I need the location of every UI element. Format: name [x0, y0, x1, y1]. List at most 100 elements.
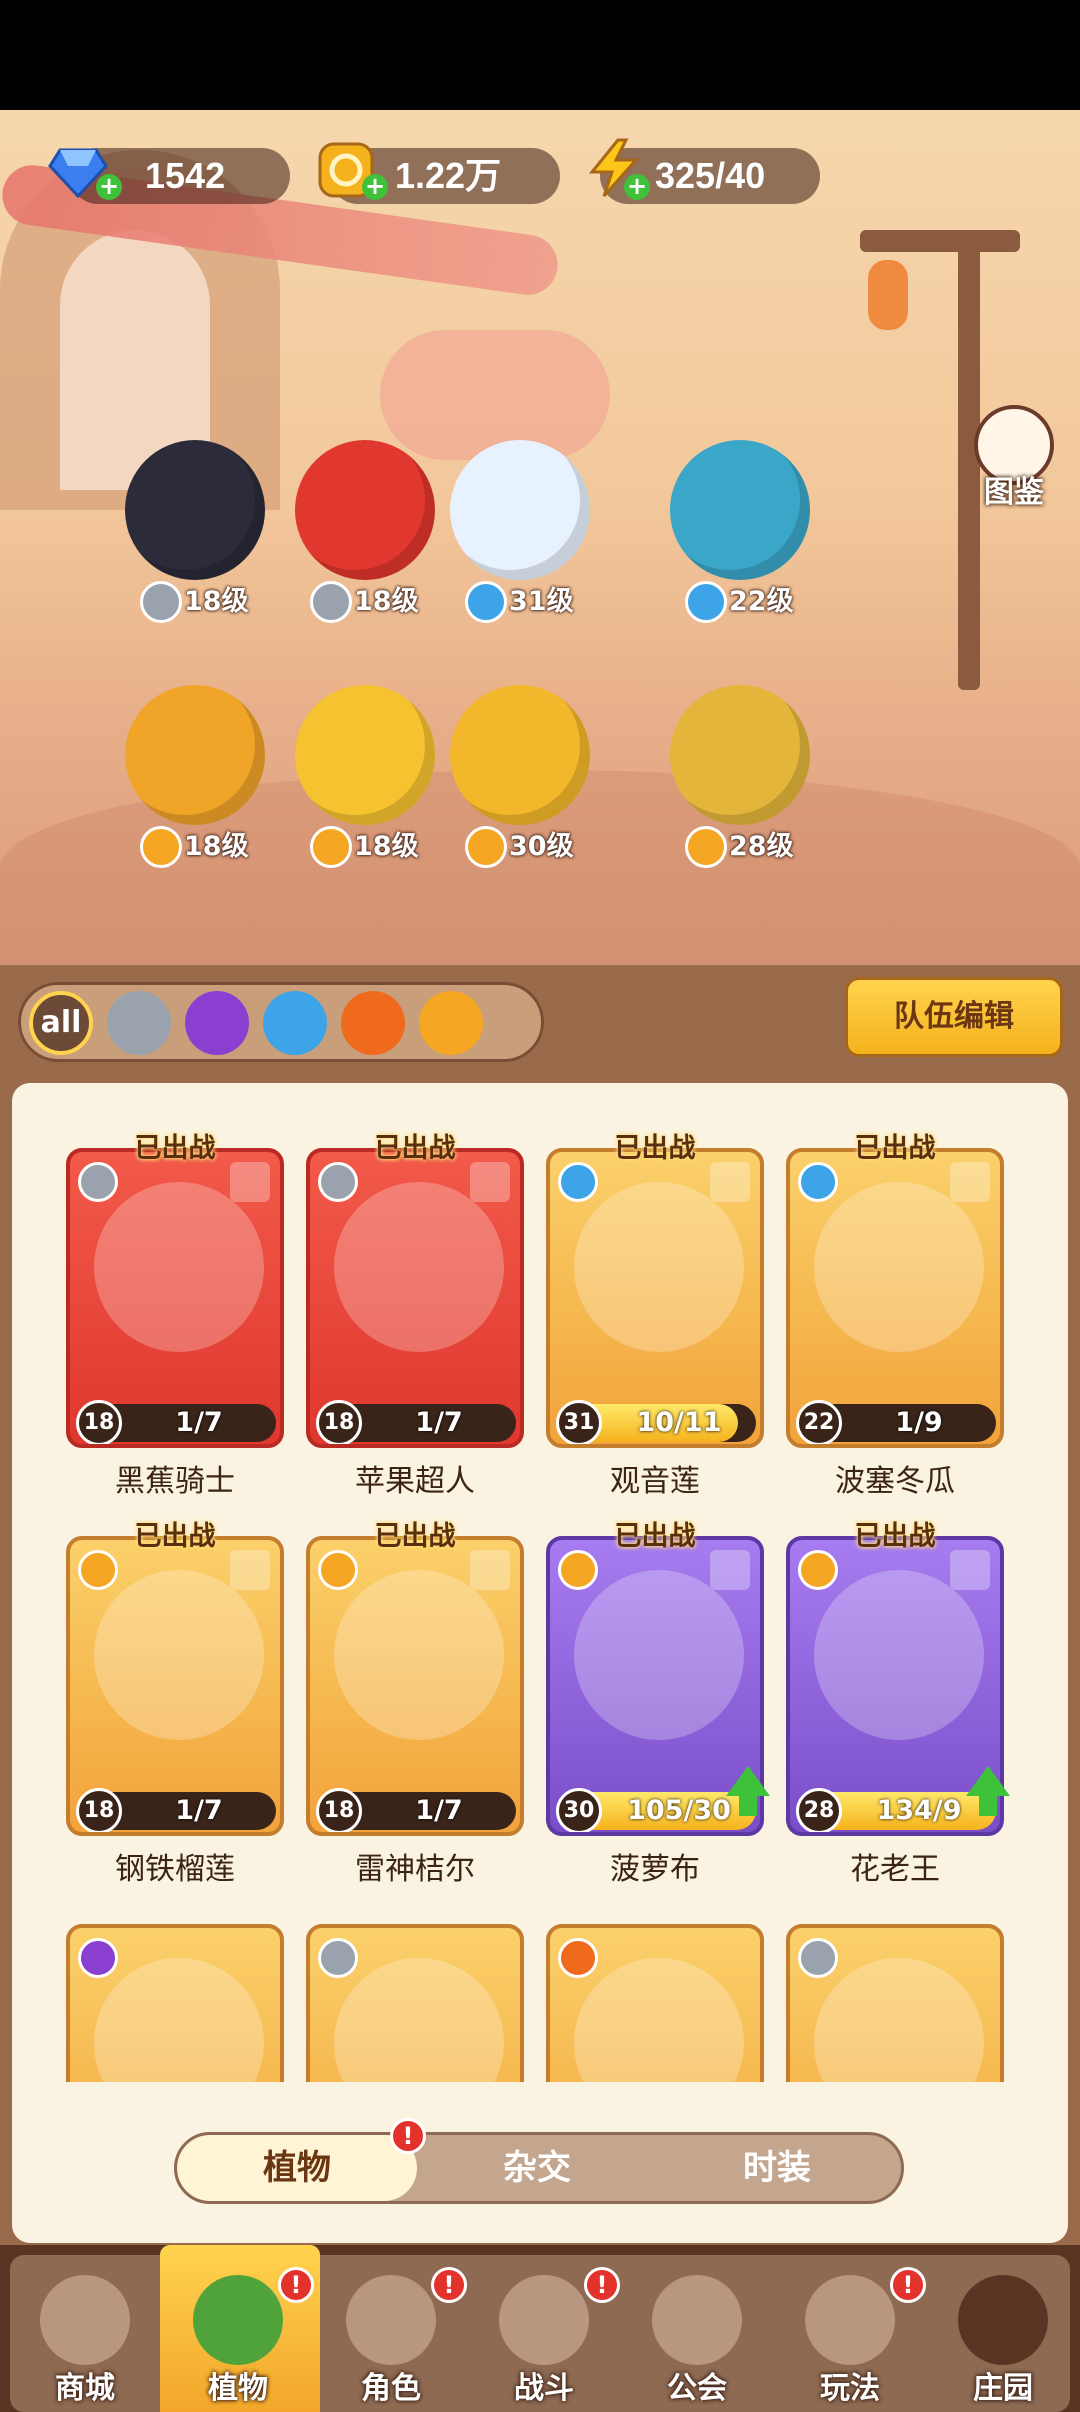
nav-label: 玩法	[820, 2371, 880, 2406]
filter-potion-icon[interactable]	[185, 991, 249, 1055]
plant-level-badge: 22	[796, 1400, 842, 1444]
shard-progress-text: 1/9	[895, 1407, 943, 1438]
nav-label: 战斗	[514, 2371, 574, 2406]
filter-water-icon[interactable]	[263, 991, 327, 1055]
character-level: 18级	[184, 831, 249, 862]
plant-card-partial[interactable]	[546, 1924, 764, 2082]
sword-icon	[798, 1938, 838, 1978]
add-gems-icon[interactable]: +	[96, 174, 122, 200]
filter-all[interactable]: all	[29, 991, 93, 1055]
plant-portrait	[334, 1182, 504, 1352]
plant-portrait	[574, 1570, 744, 1740]
plant-card[interactable]: 18 1/7	[66, 1148, 284, 1448]
arrow-stem	[979, 1796, 997, 1816]
plant-card-partial[interactable]	[786, 1924, 1004, 2082]
deployed-tag: 已出战	[134, 1133, 216, 1164]
shard-progress-bar: 31 10/11	[556, 1400, 756, 1444]
character-figure	[125, 440, 265, 580]
nav-gameplay[interactable]: 玩法!	[770, 2255, 930, 2410]
plant-card-partial[interactable]	[306, 1924, 524, 2082]
character-level: 18级	[184, 586, 249, 617]
element-filter-bar: all	[18, 982, 544, 1062]
arrow-stem	[739, 1796, 757, 1816]
slot-shape-icon	[950, 1550, 990, 1590]
plant-portrait	[334, 1570, 504, 1740]
nav-battle[interactable]: 战斗!	[464, 2255, 624, 2410]
upgrade-arrow-icon[interactable]	[966, 1766, 1010, 1816]
plant-portrait	[94, 1182, 264, 1352]
nav-manor[interactable]: 庄园	[923, 2255, 1080, 2410]
scene-character-4[interactable]: 22级	[635, 440, 845, 630]
plant-name: 黑蕉骑士	[115, 1464, 235, 1499]
manor-icon	[958, 2275, 1048, 2365]
shop-icon	[40, 2275, 130, 2365]
plant-card[interactable]: 22 1/9	[786, 1148, 1004, 1448]
filter-fire-icon[interactable]	[341, 991, 405, 1055]
filter-lightning-icon[interactable]	[419, 991, 483, 1055]
plant-card[interactable]: 18 1/7	[306, 1148, 524, 1448]
character-level-tag: 22级	[685, 580, 805, 624]
nav-guild[interactable]: 公会	[617, 2255, 777, 2410]
plant-card-partial[interactable]	[66, 1924, 284, 2082]
plant-level-badge: 30	[556, 1788, 602, 1832]
filter-sword-icon[interactable]	[107, 991, 171, 1055]
nav-character[interactable]: 角色!	[311, 2255, 471, 2410]
scene-character-7[interactable]: 30级	[415, 685, 625, 875]
energy-value: 325/40	[655, 155, 766, 196]
tab-costume[interactable]: 时装	[657, 2135, 897, 2201]
arrow-head	[966, 1766, 1010, 1796]
plant-card[interactable]: 31 10/11	[546, 1148, 764, 1448]
water-icon	[558, 1162, 598, 1202]
character-level-tag: 31级	[465, 580, 585, 624]
scene-character-3[interactable]: 31级	[415, 440, 625, 630]
nav-alert-badge: !	[890, 2267, 926, 2303]
character-level-tag: 18级	[310, 580, 430, 624]
tab-hybrid[interactable]: 杂交	[417, 2135, 657, 2201]
character-figure	[295, 440, 435, 580]
deployed-tag: 已出战	[374, 1133, 456, 1164]
plant-card-body	[546, 1924, 764, 2082]
scene-character-8[interactable]: 28级	[635, 685, 845, 875]
nav-label: 公会	[667, 2371, 727, 2406]
category-tabs: 植物 杂交 时装	[174, 2132, 904, 2204]
plant-portrait	[814, 1958, 984, 2082]
shard-progress-text: 1/7	[415, 1795, 463, 1826]
character-level-tag: 28级	[685, 825, 805, 869]
plant-card[interactable]: 18 1/7	[306, 1536, 524, 1836]
shard-progress-bar: 18 1/7	[76, 1400, 276, 1444]
tab-plants[interactable]: 植物	[177, 2135, 417, 2201]
slot-shape-icon	[710, 1550, 750, 1590]
nav-plants[interactable]: 植物!	[158, 2255, 318, 2410]
shard-progress-text: 1/7	[415, 1407, 463, 1438]
plant-level-badge: 18	[316, 1400, 362, 1444]
nav-alert-badge: !	[431, 2267, 467, 2303]
shard-progress-text: 1/7	[175, 1407, 223, 1438]
lightning-icon	[558, 1550, 598, 1590]
nav-label: 角色	[361, 2371, 421, 2406]
plant-card[interactable]: 18 1/7	[66, 1536, 284, 1836]
plant-name: 苹果超人	[355, 1464, 475, 1499]
nav-label: 商城	[55, 2371, 115, 2406]
sword-icon	[140, 581, 182, 623]
plant-level-badge: 18	[316, 1788, 362, 1832]
lightning-icon	[318, 1550, 358, 1590]
add-coins-icon[interactable]: +	[362, 174, 388, 200]
plant-portrait	[574, 1958, 744, 2082]
character-level: 22级	[729, 586, 794, 617]
plants-tab-alert-badge: !	[390, 2118, 426, 2154]
deployed-tag: 已出战	[134, 1521, 216, 1552]
shard-progress-bar: 18 1/7	[76, 1788, 276, 1832]
atlas-button[interactable]: 图鉴	[964, 405, 1064, 515]
character-level-tag: 18级	[140, 825, 260, 869]
upgrade-arrow-icon[interactable]	[726, 1766, 770, 1816]
fire-icon	[558, 1938, 598, 1978]
deployed-tag: 已出战	[854, 1521, 936, 1552]
character-figure	[450, 440, 590, 580]
shard-progress-text: 10/11	[636, 1407, 722, 1438]
arrow-head	[726, 1766, 770, 1796]
add-energy-icon[interactable]: +	[624, 174, 650, 200]
team-edit-button[interactable]: 队伍编辑	[845, 977, 1063, 1057]
plant-level-badge: 28	[796, 1788, 842, 1832]
nav-shop[interactable]: 商城	[5, 2255, 165, 2410]
plant-name: 钢铁榴莲	[115, 1852, 235, 1887]
